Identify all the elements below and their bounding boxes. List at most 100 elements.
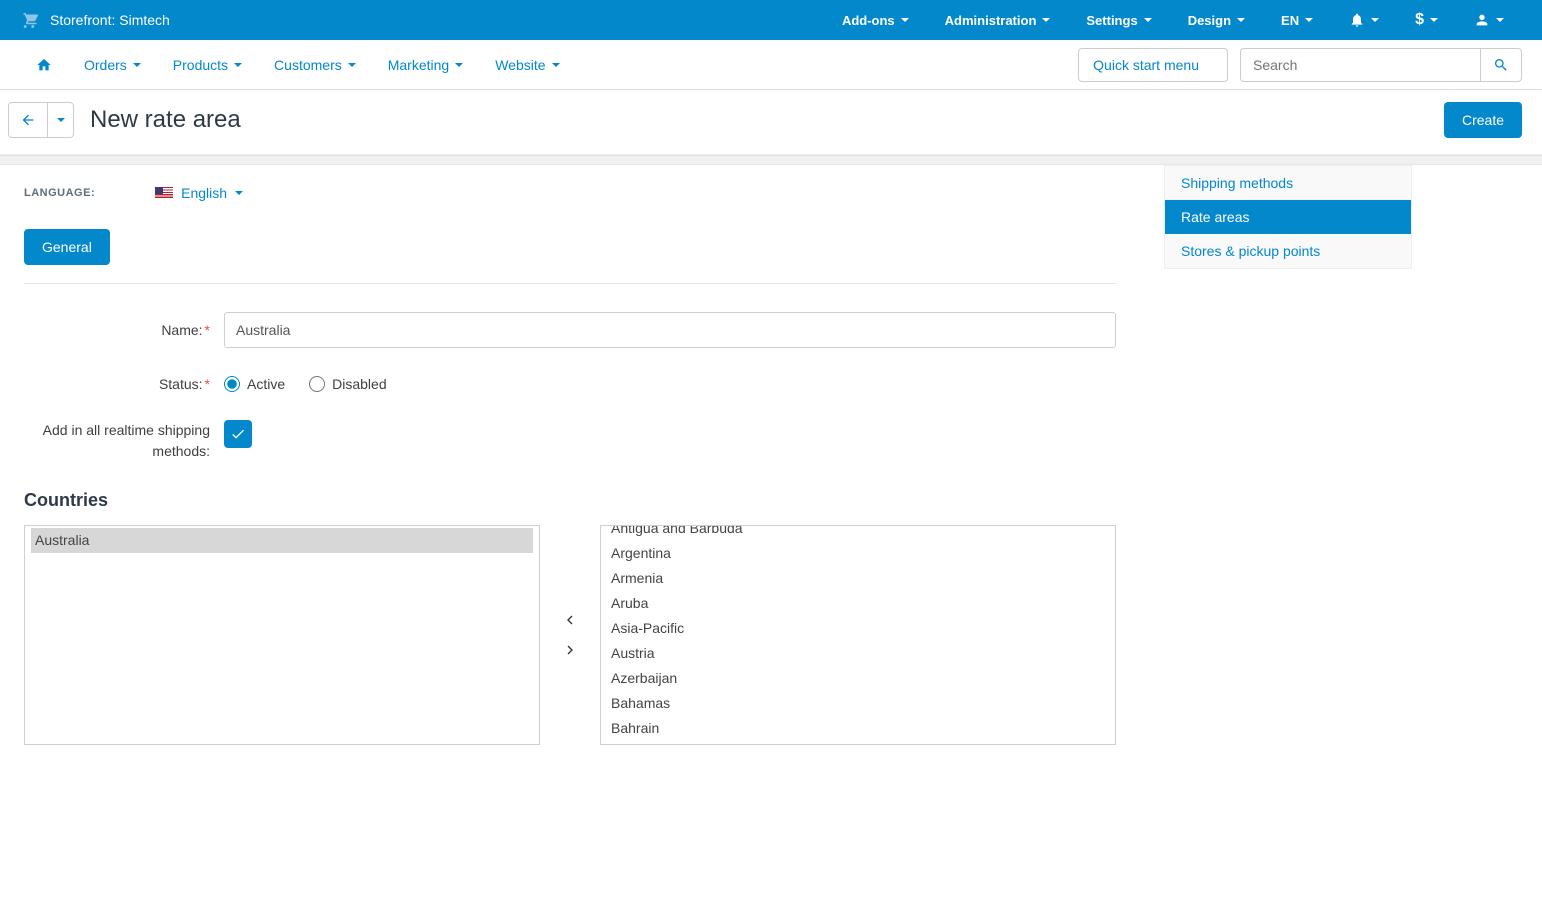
topbar-lang-label: EN bbox=[1281, 13, 1299, 28]
chevron-left-icon bbox=[562, 612, 578, 628]
realtime-label: Add in all realtime shipping methods: bbox=[24, 420, 224, 462]
list-item[interactable]: Bahamas bbox=[607, 691, 1109, 716]
chevron-right-icon bbox=[562, 642, 578, 658]
nav-home[interactable] bbox=[20, 40, 68, 90]
topbar-design[interactable]: Design bbox=[1170, 0, 1263, 40]
nav-website[interactable]: Website bbox=[479, 40, 575, 90]
topbar-settings-label: Settings bbox=[1086, 13, 1137, 28]
quick-start-label: Quick start menu bbox=[1093, 57, 1199, 73]
realtime-checkbox[interactable] bbox=[224, 420, 252, 448]
side-menu: Shipping methodsRate areasStores & picku… bbox=[1164, 165, 1412, 269]
chevron-down-icon bbox=[133, 63, 141, 67]
selected-countries-list[interactable]: Australia bbox=[24, 525, 540, 745]
side-menu-item[interactable]: Stores & pickup points bbox=[1165, 234, 1411, 268]
language-value: English bbox=[181, 185, 227, 201]
topbar-addons-label: Add-ons bbox=[842, 13, 895, 28]
user-icon bbox=[1474, 12, 1490, 28]
language-selector[interactable]: English bbox=[155, 185, 243, 201]
nav-orders-label: Orders bbox=[84, 57, 127, 73]
topbar-addons[interactable]: Add-ons bbox=[824, 0, 927, 40]
chevron-down-icon bbox=[1371, 18, 1379, 22]
chevron-down-icon bbox=[1042, 18, 1050, 22]
back-dropdown-button[interactable] bbox=[48, 102, 74, 138]
chevron-down-icon bbox=[234, 63, 242, 67]
page-header: New rate area Create bbox=[0, 90, 1542, 155]
topbar-administration[interactable]: Administration bbox=[927, 0, 1069, 40]
search-icon bbox=[1493, 57, 1509, 73]
status-disabled-option[interactable]: Disabled bbox=[309, 376, 386, 392]
create-button[interactable]: Create bbox=[1444, 102, 1522, 138]
list-item[interactable]: Aruba bbox=[607, 591, 1109, 616]
nav-customers-label: Customers bbox=[274, 57, 342, 73]
status-disabled-radio[interactable] bbox=[309, 376, 325, 392]
nav-marketing[interactable]: Marketing bbox=[372, 40, 479, 90]
name-label: Name:* bbox=[24, 322, 224, 338]
nav-products-label: Products bbox=[173, 57, 228, 73]
nav-products[interactable]: Products bbox=[157, 40, 258, 90]
side-menu-item[interactable]: Rate areas bbox=[1165, 200, 1411, 234]
status-label: Status:* bbox=[24, 376, 224, 392]
name-input[interactable] bbox=[224, 312, 1116, 348]
list-item[interactable]: Armenia bbox=[607, 566, 1109, 591]
topbar-user[interactable] bbox=[1456, 0, 1522, 40]
status-active-radio[interactable] bbox=[224, 376, 240, 392]
flag-us-icon bbox=[155, 187, 173, 199]
quick-start-button[interactable]: Quick start menu bbox=[1078, 48, 1228, 82]
list-item[interactable]: Azerbaijan bbox=[607, 666, 1109, 691]
chevron-down-icon bbox=[235, 191, 243, 195]
divider bbox=[24, 283, 1116, 284]
topbar-notifications[interactable] bbox=[1331, 0, 1397, 40]
topbar: Storefront: Simtech Add-ons Administrati… bbox=[0, 0, 1542, 40]
status-disabled-label: Disabled bbox=[332, 376, 386, 392]
tab-general[interactable]: General bbox=[24, 229, 110, 265]
arrow-left-icon bbox=[20, 112, 36, 128]
language-label: LANGUAGE: bbox=[24, 187, 95, 199]
cart-icon bbox=[20, 10, 38, 31]
home-icon bbox=[36, 57, 52, 73]
status-active-option[interactable]: Active bbox=[224, 376, 285, 392]
chevron-down-icon bbox=[455, 63, 463, 67]
chevron-down-icon bbox=[57, 118, 65, 122]
list-item[interactable]: Antigua and Barbuda bbox=[607, 525, 1109, 541]
chevron-down-icon bbox=[1496, 18, 1504, 22]
topbar-lang[interactable]: EN bbox=[1263, 0, 1331, 40]
chevron-down-icon bbox=[901, 18, 909, 22]
side-menu-item[interactable]: Shipping methods bbox=[1165, 166, 1411, 200]
topbar-currency[interactable]: $ bbox=[1397, 0, 1456, 40]
chevron-down-icon bbox=[1305, 18, 1313, 22]
topbar-design-label: Design bbox=[1188, 13, 1231, 28]
countries-title: Countries bbox=[24, 490, 1116, 511]
chevron-down-icon bbox=[348, 63, 356, 67]
check-icon bbox=[230, 426, 246, 442]
list-item[interactable]: Austria bbox=[607, 641, 1109, 666]
navbar: Orders Products Customers Marketing Webs… bbox=[0, 40, 1542, 90]
chevron-down-icon bbox=[1430, 18, 1438, 22]
chevron-down-icon bbox=[552, 63, 560, 67]
move-right-button[interactable] bbox=[558, 638, 582, 662]
available-countries-list[interactable]: Antigua and BarbudaArgentinaArmeniaAruba… bbox=[600, 525, 1116, 745]
topbar-currency-label: $ bbox=[1415, 11, 1424, 29]
move-left-button[interactable] bbox=[558, 608, 582, 632]
list-item[interactable]: Argentina bbox=[607, 541, 1109, 566]
back-button[interactable] bbox=[8, 102, 48, 138]
search-input[interactable] bbox=[1240, 48, 1480, 82]
nav-website-label: Website bbox=[495, 57, 545, 73]
nav-orders[interactable]: Orders bbox=[68, 40, 157, 90]
chevron-down-icon bbox=[1144, 18, 1152, 22]
list-item[interactable]: Asia-Pacific bbox=[607, 616, 1109, 641]
list-item[interactable]: Australia bbox=[31, 528, 533, 553]
list-item[interactable]: Bahrain bbox=[607, 716, 1109, 741]
separator bbox=[0, 155, 1542, 165]
list-item[interactable]: Bangladesh bbox=[607, 741, 1109, 745]
page-title: New rate area bbox=[90, 106, 241, 134]
bell-icon bbox=[1349, 12, 1365, 28]
search-button[interactable] bbox=[1480, 48, 1522, 82]
storefront-label[interactable]: Storefront: Simtech bbox=[50, 12, 170, 28]
nav-marketing-label: Marketing bbox=[388, 57, 449, 73]
topbar-settings[interactable]: Settings bbox=[1068, 0, 1169, 40]
nav-customers[interactable]: Customers bbox=[258, 40, 372, 90]
topbar-admin-label: Administration bbox=[945, 13, 1037, 28]
chevron-down-icon bbox=[1205, 63, 1213, 67]
status-active-label: Active bbox=[247, 376, 285, 392]
chevron-down-icon bbox=[1237, 18, 1245, 22]
